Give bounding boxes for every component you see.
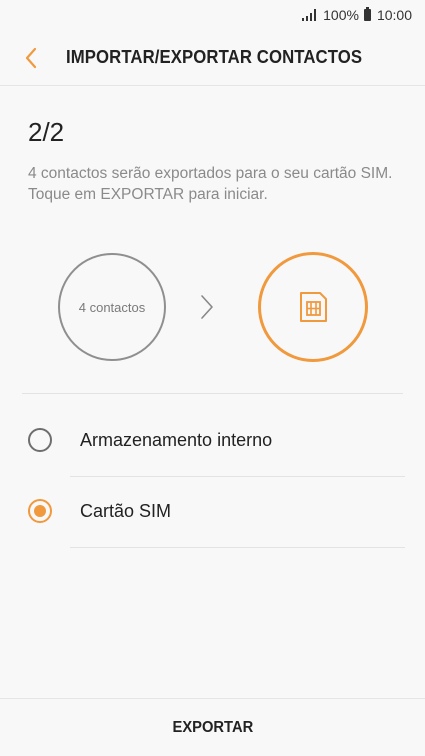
- back-button[interactable]: [0, 30, 66, 86]
- back-arrow-icon: [25, 47, 37, 68]
- step-indicator: 2/2: [28, 117, 65, 147]
- battery-percent: 100%: [323, 7, 359, 23]
- status-bar: 100% 10:00: [0, 0, 425, 30]
- export-button[interactable]: EXPORTAR: [172, 719, 253, 737]
- radio-internal-storage[interactable]: [28, 428, 52, 452]
- source-contacts-circle: 4 contactos: [58, 253, 166, 361]
- status-time: 10:00: [376, 7, 412, 23]
- bottom-bar: EXPORTAR: [0, 698, 425, 756]
- sim-target-circle: [258, 252, 368, 362]
- divider: [70, 547, 405, 548]
- option-label: Cartão SIM: [80, 500, 172, 521]
- page-title: IMPORTAR/EXPORTAR CONTACTOS: [66, 47, 363, 67]
- signal-icon: [302, 9, 317, 21]
- source-contacts-label: 4 contactos: [78, 299, 146, 315]
- divider: [22, 393, 403, 394]
- chevron-right-icon: [201, 295, 213, 319]
- option-sim-card[interactable]: Cartão SIM: [0, 476, 425, 546]
- battery-icon: [363, 7, 371, 21]
- radio-sim-card[interactable]: [28, 499, 52, 523]
- option-label: Armazenamento interno: [80, 429, 273, 450]
- option-internal-storage[interactable]: Armazenamento interno: [0, 405, 425, 475]
- export-description: 4 contactos serão exportados para o seu …: [28, 165, 393, 203]
- sim-card-icon: [300, 292, 327, 322]
- app-bar: IMPORTAR/EXPORTAR CONTACTOS: [0, 30, 425, 86]
